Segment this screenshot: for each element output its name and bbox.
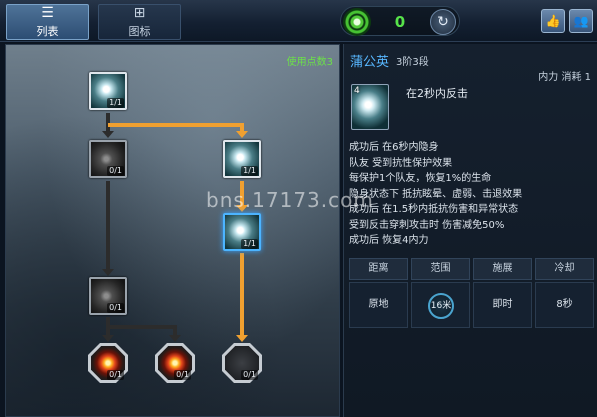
site-watermark: bns.17173.com — [206, 188, 374, 212]
skill-detail-panel: 蒲公英 3阶3段 内力 消耗 1 4 在2秒内反击 成功后 在6秒内隐身 队友 … — [343, 44, 597, 417]
effect-line: 隐身状态下 抵抗眩晕、虚弱、击退效果 — [349, 188, 523, 200]
available-points: 0 — [394, 13, 406, 31]
tab-icon-view[interactable]: ⊞ 图标 — [98, 4, 181, 40]
skill-node-left-1[interactable]: 0/1 — [89, 140, 127, 178]
group-icon: 👥 — [573, 14, 589, 28]
node-count: 0/1 — [107, 166, 124, 176]
effect-line: 成功后 在6秒内隐身 — [349, 142, 439, 153]
range-ring-icon: 16米 — [428, 293, 454, 319]
node-count: 1/1 — [241, 166, 258, 176]
tab-list-label: 列表 — [36, 24, 59, 38]
dandelion-skill-icon: 4 — [351, 84, 389, 130]
skill-node-right-1[interactable]: 1/1 — [223, 140, 261, 178]
grid-icon: ⊞ — [133, 4, 146, 21]
path-top-to-r1 — [108, 123, 244, 135]
stat-value: 原地 — [349, 282, 408, 328]
skill-rank: 3阶3段 — [396, 57, 429, 68]
stat-label: 施展 — [473, 258, 532, 280]
arrow-l2 — [102, 269, 114, 276]
node-count: 0/1 — [107, 303, 124, 313]
skill-cost: 内力 消耗 1 — [538, 72, 591, 83]
arrow-b2 — [169, 335, 181, 342]
skill-stats-table: 距离 原地 范围 16米 施展 即时 冷却 8秒 — [349, 258, 596, 330]
thumbs-up-button[interactable]: 👍 — [541, 9, 565, 33]
thumbs-up-icon: 👍 — [545, 14, 561, 28]
node-count: 0/1 — [241, 370, 258, 380]
stat-label: 距离 — [349, 258, 408, 280]
node-count: 0/1 — [174, 370, 191, 380]
skill-node-bottom-3[interactable]: 0/1 — [222, 343, 262, 383]
stat-value: 8秒 — [535, 282, 594, 328]
skill-node-bottom-1[interactable]: 0/1 — [88, 343, 128, 383]
skill-node-top[interactable]: 1/1 — [89, 72, 127, 110]
tab-list[interactable]: ☰ 列表 — [6, 4, 89, 40]
stat-label: 冷却 — [535, 258, 594, 280]
list-icon: ☰ — [41, 4, 54, 21]
effect-line: 队友 受到抗性保护效果 — [349, 157, 453, 169]
arrow-b3 — [236, 335, 248, 342]
effect-line: 成功后 在1.5秒内抵抗伤害和异常状态 — [349, 204, 519, 215]
skill-points-display: 0 ↻ — [340, 6, 460, 36]
skill-node-bottom-2[interactable]: 0/1 — [155, 343, 195, 383]
skill-node-left-2[interactable]: 0/1 — [89, 277, 127, 315]
node-count: 1/1 — [241, 239, 258, 249]
path-l2-to-b2 — [108, 325, 177, 339]
reset-button[interactable]: ↻ — [430, 9, 456, 35]
hotkey-label: 4 — [354, 86, 360, 96]
reset-icon: ↻ — [437, 14, 449, 30]
node-count: 1/1 — [107, 98, 124, 108]
tab-icon-label: 图标 — [128, 24, 151, 38]
stat-value: 即时 — [473, 282, 532, 328]
skill-name: 蒲公英 — [350, 55, 390, 70]
effect-line: 成功后 恢复4内力 — [349, 235, 429, 246]
stat-cast: 施展 即时 — [473, 258, 533, 330]
top-bar: ☰ 列表 ⊞ 图标 0 ↻ 👍 👥 — [0, 0, 597, 42]
stat-cooldown: 冷却 8秒 — [535, 258, 595, 330]
node-count: 0/1 — [107, 370, 124, 380]
arrow-r1 — [236, 131, 248, 138]
stat-label: 范围 — [411, 258, 470, 280]
stat-value-box: 16米 — [411, 282, 470, 328]
arrow-l1 — [102, 131, 114, 138]
effect-line: 每保护1个队友，恢复1%的生命 — [349, 173, 492, 184]
skill-effects-list: 成功后 在6秒内隐身 队友 受到抗性保护效果 每保护1个队友，恢复1%的生命 隐… — [349, 140, 594, 249]
green-swirl-icon — [343, 8, 371, 36]
skill-node-right-2-selected[interactable]: 1/1 — [223, 213, 261, 251]
stat-distance: 距离 原地 — [349, 258, 409, 330]
group-button[interactable]: 👥 — [569, 9, 593, 33]
arrow-b1 — [102, 335, 114, 342]
skill-summary: 在2秒内反击 — [406, 87, 468, 100]
points-used-label: 使用点数3 — [286, 57, 333, 68]
skill-tree-panel: 使用点数3 1/1 0/1 1/1 1/1 0/1 0/1 0/1 0/1 — [5, 44, 340, 417]
stat-range: 范围 16米 — [411, 258, 471, 330]
effect-line: 受到反击穿刺攻击时 伤害减免50% — [349, 219, 505, 231]
